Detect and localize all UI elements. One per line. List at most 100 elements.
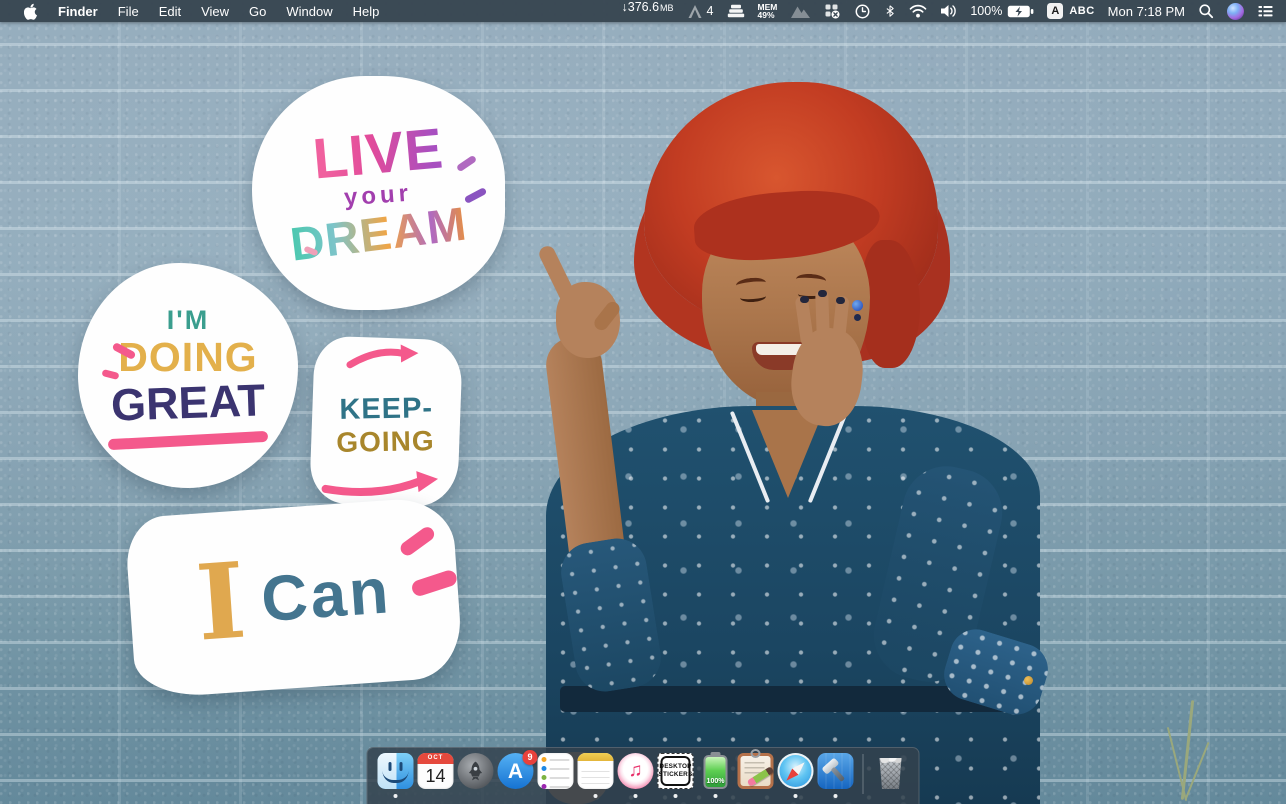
- calendar-day: 14: [418, 764, 454, 788]
- input-source-label: ABC: [1069, 5, 1094, 17]
- mountain-app-icon: [790, 4, 811, 19]
- time-machine-icon: [854, 3, 871, 20]
- dock-notes[interactable]: [577, 752, 615, 798]
- wallpaper-brick-wall: LIVE your DREAM I'M DOING GREAT: [0, 0, 1286, 804]
- stacked-drives-icon: [727, 4, 745, 18]
- spotlight-search-icon: [1198, 3, 1214, 19]
- dock-xcode[interactable]: [817, 752, 855, 798]
- siri-icon: [1227, 3, 1244, 20]
- menu-edit[interactable]: Edit: [149, 0, 191, 22]
- reminders-icon: [538, 753, 574, 789]
- xcode-icon: [818, 753, 854, 789]
- menu-file[interactable]: File: [108, 0, 149, 22]
- sticker-word-can: Can: [259, 554, 394, 637]
- dock-finder[interactable]: [377, 752, 415, 798]
- calendar-icon: OCT 14: [418, 753, 454, 789]
- download-value: 376.6: [628, 0, 659, 14]
- menu-bar-clock[interactable]: Mon 7:18 PM: [1108, 0, 1185, 22]
- dock-memo-app[interactable]: [737, 752, 775, 798]
- spotlight-search[interactable]: [1198, 0, 1214, 22]
- sticker-word-dream: DREAM: [288, 202, 469, 268]
- running-indicator-dot: [834, 794, 838, 798]
- app-store-icon: A 9: [498, 753, 534, 789]
- dock-separator: [863, 754, 864, 794]
- app-updater-icon: [687, 4, 703, 19]
- painted-nail: [818, 290, 827, 297]
- battery-app-label: 100%: [706, 778, 726, 785]
- woman-blue-earring: [852, 300, 863, 311]
- battery-percent: 100%: [970, 4, 1002, 18]
- volume-status[interactable]: [940, 0, 957, 22]
- bluetooth-icon: [884, 3, 896, 19]
- menu-go[interactable]: Go: [239, 0, 276, 22]
- cuff-gold-button: [1024, 676, 1033, 685]
- woman-finger: [815, 290, 830, 340]
- sticker-i-can: I Can: [124, 496, 464, 699]
- download-unit: MB: [660, 3, 674, 13]
- bluetooth-status[interactable]: [884, 0, 896, 22]
- mountain-app-status[interactable]: [790, 0, 811, 22]
- pink-arrow-right-icon: [319, 465, 440, 501]
- compass-needle: [783, 759, 808, 784]
- calendar-month: OCT: [418, 753, 454, 764]
- updater-count: 4: [707, 4, 714, 18]
- sticker-word-great: GREAT: [110, 377, 266, 427]
- sticker-keep-going: KEEP- GOING: [309, 335, 463, 507]
- wifi-icon: [909, 4, 927, 18]
- dock-launchpad[interactable]: [457, 752, 495, 798]
- dock-app-store[interactable]: A 9: [497, 752, 535, 798]
- sticker-word-going: GOING: [336, 425, 435, 459]
- painted-nail: [800, 296, 809, 303]
- apple-menu[interactable]: [14, 0, 48, 22]
- time-machine-status[interactable]: [854, 0, 871, 22]
- dock-reminders[interactable]: [537, 752, 575, 798]
- volume-icon: [940, 3, 957, 19]
- notification-center[interactable]: [1257, 0, 1274, 22]
- memory-monitor[interactable]: MEM 49%: [758, 0, 778, 22]
- running-indicator-dot: [794, 794, 798, 798]
- sticker-word-keep: KEEP-: [339, 392, 433, 427]
- mem-percent: 49%: [758, 10, 775, 20]
- download-speed-indicator[interactable]: ↓376.6MB: [622, 0, 674, 22]
- music-note-glyph: ♫: [628, 760, 642, 782]
- app-store-badge: 9: [523, 750, 538, 765]
- running-indicator-dot: [634, 794, 638, 798]
- memo-clipboard-icon: [738, 753, 774, 789]
- finder-icon: [378, 753, 414, 789]
- stickers-label-line1: DESKTOP: [659, 763, 691, 771]
- battery-charging-icon: [1007, 5, 1034, 18]
- sync-status[interactable]: [824, 0, 841, 22]
- safari-icon: [778, 753, 814, 789]
- menu-help[interactable]: Help: [343, 0, 390, 22]
- dock-safari[interactable]: [777, 752, 815, 798]
- dock-trash[interactable]: [872, 752, 910, 798]
- dock: OCT 14 A 9: [367, 747, 920, 804]
- siri-menu[interactable]: [1227, 0, 1244, 22]
- dock-desktop-stickers[interactable]: DESKTOP STICKERS: [657, 752, 695, 798]
- menu-bar-left: Finder File Edit View Go Window Help: [0, 0, 389, 22]
- battery-status[interactable]: 100%: [970, 0, 1034, 22]
- menu-view[interactable]: View: [191, 0, 239, 22]
- stickers-label-line2: STICKERS: [659, 771, 693, 779]
- menu-finder[interactable]: Finder: [48, 0, 108, 22]
- apple-logo-icon: [24, 3, 38, 20]
- notification-list-icon: [1257, 3, 1274, 19]
- trash-full-icon: [873, 753, 909, 789]
- launchpad-icon: [458, 753, 494, 789]
- drive-stack-status[interactable]: [727, 0, 745, 22]
- itunes-icon: ♫: [618, 753, 654, 789]
- dock-itunes[interactable]: ♫: [617, 752, 655, 798]
- menu-window[interactable]: Window: [276, 0, 342, 22]
- woman-index-finger: [537, 244, 578, 305]
- dock-battery-app[interactable]: 100%: [697, 752, 735, 798]
- dock-calendar[interactable]: OCT 14: [417, 752, 455, 798]
- app-updater-status[interactable]: 4: [687, 0, 714, 22]
- sticker-text-row: I Can: [194, 547, 394, 649]
- sticker-word-im: I'M: [167, 305, 209, 336]
- battery-app-icon: 100%: [698, 753, 734, 789]
- desktop-stickers-icon: DESKTOP STICKERS: [658, 753, 694, 789]
- sticker-word-doing: DOING: [118, 336, 257, 379]
- sticker-word-i: I: [194, 557, 249, 649]
- wifi-status[interactable]: [909, 0, 927, 22]
- input-source-status[interactable]: A ABC: [1047, 0, 1094, 22]
